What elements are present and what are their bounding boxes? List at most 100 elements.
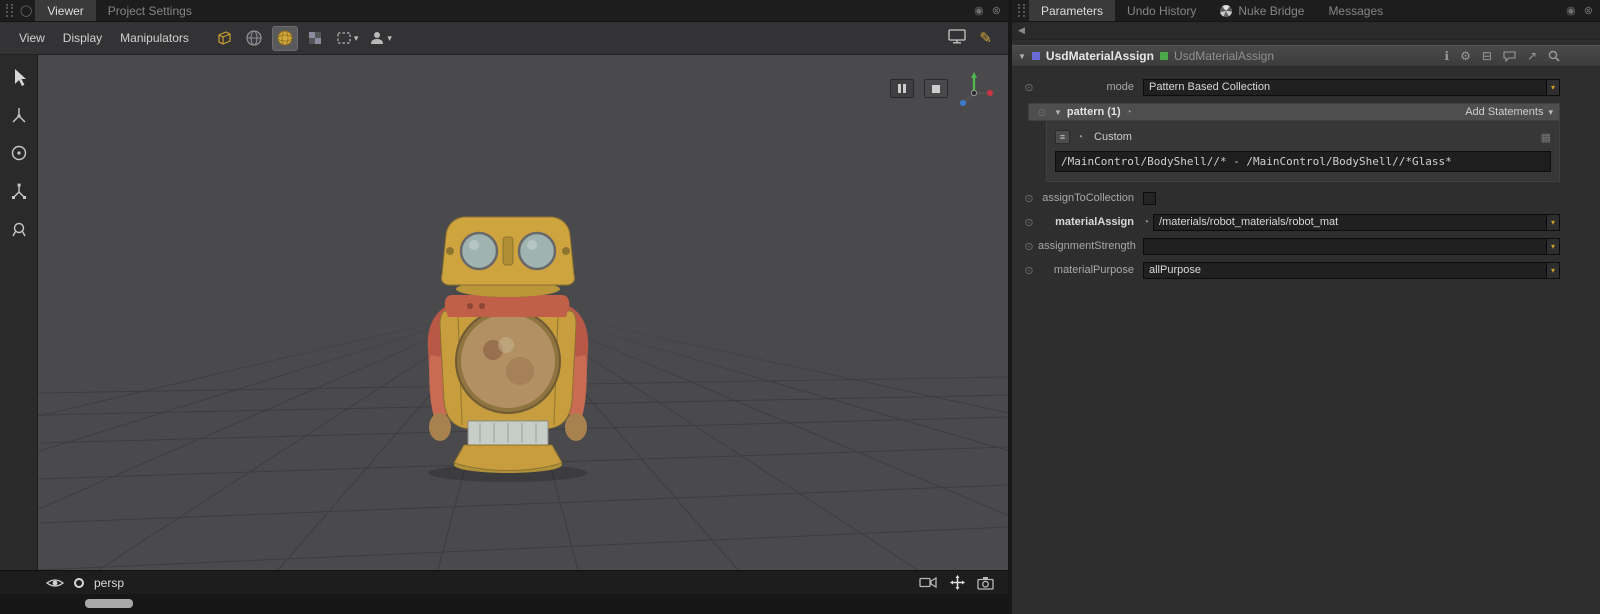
chevron-down-icon: ▾ xyxy=(387,33,392,44)
parameters-nav-strip: ◀ xyxy=(1012,22,1600,40)
bounding-box-icon[interactable] xyxy=(212,26,237,51)
select-tool-button[interactable] xyxy=(6,65,32,89)
tab-nuke-bridge[interactable]: Nuke Bridge xyxy=(1208,0,1316,21)
viewport-3d[interactable] xyxy=(38,55,1008,570)
render-camera-icon[interactable] xyxy=(919,576,938,589)
tab-parameters[interactable]: Parameters xyxy=(1029,0,1115,21)
material-assign-dropdown-arrow[interactable]: ▾ xyxy=(1547,214,1560,231)
material-purpose-dropdown-arrow[interactable]: ▾ xyxy=(1547,262,1560,279)
pattern-statement-box: ≡ ◔ Custom ▦ xyxy=(1046,121,1560,182)
material-purpose-dropdown[interactable]: allPurpose xyxy=(1143,262,1547,279)
param-state-icon: ⊙ xyxy=(1020,240,1038,253)
robot-model xyxy=(428,217,589,482)
camera-indicator-icon[interactable] xyxy=(74,578,84,588)
material-purpose-value: allPurpose xyxy=(1149,263,1201,278)
tab-viewer[interactable]: Viewer xyxy=(35,0,95,21)
pattern-group-header[interactable]: ⊙ ▼ pattern (1) ◔ Add Statements ▾ xyxy=(1028,103,1560,121)
clock-badge-icon: ◔ xyxy=(1077,132,1083,143)
panel-close-icon[interactable]: ⊗ xyxy=(989,4,1004,17)
mode-dropdown[interactable]: Pattern Based Collection xyxy=(1143,79,1547,96)
pan-move-icon[interactable] xyxy=(950,575,965,590)
stop-icon xyxy=(932,85,940,93)
rotate-tool-button[interactable] xyxy=(6,141,32,165)
shaded-mode-button[interactable] xyxy=(272,26,298,51)
param-state-icon: ⊙ xyxy=(1020,81,1038,94)
param-state-icon: ⊙ xyxy=(1020,264,1038,277)
back-arrow-icon[interactable]: ◀ xyxy=(1018,25,1025,36)
param-state-icon: ⊙ xyxy=(1035,106,1049,119)
viewer-menubar-right: ✎ xyxy=(948,29,998,47)
nuke-logo-icon xyxy=(1220,5,1232,17)
pattern-expression-input[interactable] xyxy=(1055,151,1551,172)
parameters-tabbar: Parameters Undo History Nuke Bridge Mess… xyxy=(1012,0,1600,22)
pause-button[interactable] xyxy=(890,79,914,98)
search-icon[interactable] xyxy=(1548,50,1560,62)
globe-icon-button[interactable] xyxy=(242,26,267,51)
drag-grip[interactable] xyxy=(1018,4,1025,17)
viewport-footer: persp xyxy=(0,570,1008,594)
camera-user-button[interactable]: ▾ xyxy=(366,26,395,51)
translate-tool-button[interactable] xyxy=(6,103,32,127)
add-statements-button[interactable]: Add Statements ▾ xyxy=(1465,106,1553,118)
material-assign-input[interactable] xyxy=(1153,214,1547,231)
menu-display[interactable]: Display xyxy=(54,27,111,49)
tab-messages[interactable]: Messages xyxy=(1316,0,1395,21)
tab-label: Project Settings xyxy=(108,4,192,18)
collapse-all-icon[interactable]: ⊟ xyxy=(1482,49,1492,63)
statement-menu-button[interactable]: ≡ xyxy=(1055,130,1070,144)
node-header[interactable]: ▼ UsdMaterialAssign UsdMaterialAssign ℹ … xyxy=(1012,45,1600,67)
param-row-material-assign: ⊙ materialAssign ◔ ▾ xyxy=(1020,210,1560,234)
scale-icon xyxy=(10,182,28,200)
statement-grid-icon[interactable]: ▦ xyxy=(1541,131,1551,144)
monitor-button[interactable] xyxy=(948,29,967,47)
texture-mode-button[interactable] xyxy=(303,26,328,51)
pattern-expander-icon[interactable]: ▼ xyxy=(1054,108,1062,117)
tab-undo-history[interactable]: Undo History xyxy=(1115,0,1208,21)
camera-name-label[interactable]: persp xyxy=(94,576,124,590)
jump-to-node-icon[interactable]: ↗ xyxy=(1527,49,1537,63)
playback-controls xyxy=(890,79,948,98)
assignment-strength-dropdown[interactable] xyxy=(1143,238,1547,255)
horizontal-scrollbar-thumb[interactable] xyxy=(85,599,133,608)
mode-dropdown-arrow[interactable]: ▾ xyxy=(1547,79,1560,96)
pause-icon xyxy=(898,84,901,93)
selection-mode-button[interactable]: ▾ xyxy=(333,26,362,51)
snapshot-camera-icon[interactable] xyxy=(977,576,994,590)
checker-icon xyxy=(306,29,324,47)
node-type: UsdMaterialAssign xyxy=(1174,49,1274,63)
timeline-strip xyxy=(0,594,1008,614)
annotate-pen-icon[interactable]: ✎ xyxy=(979,29,992,47)
assign-to-collection-checkbox[interactable] xyxy=(1143,192,1156,205)
comment-icon[interactable] xyxy=(1503,51,1516,62)
viewer-panel: ◯ Viewer Project Settings ◉ ⊗ View Displ… xyxy=(0,0,1008,614)
scene-render xyxy=(38,55,1008,570)
chevron-down-icon: ▾ xyxy=(1548,107,1553,118)
add-statements-label: Add Statements xyxy=(1465,106,1543,118)
globe-icon xyxy=(245,29,263,47)
node-expander-icon[interactable]: ▼ xyxy=(1018,52,1026,61)
tab-project-settings[interactable]: Project Settings xyxy=(96,0,204,21)
pin-icon[interactable]: ◯ xyxy=(17,0,35,21)
stop-button[interactable] xyxy=(924,79,948,98)
drag-grip[interactable] xyxy=(6,4,13,17)
menu-manipulators[interactable]: Manipulators xyxy=(111,27,198,49)
statement-type-label: Custom xyxy=(1094,131,1132,143)
scale-tool-button[interactable] xyxy=(6,179,32,203)
info-icon[interactable]: ℹ xyxy=(1445,49,1450,63)
cube-icon xyxy=(215,29,233,47)
panel-menu-icon[interactable]: ◉ xyxy=(1563,4,1579,17)
pivot-icon xyxy=(10,220,28,238)
axis-gizmo[interactable] xyxy=(952,69,996,113)
panel-close-icon[interactable]: ⊗ xyxy=(1581,4,1596,17)
shaded-sphere-icon xyxy=(276,29,294,47)
chevron-down-icon: ▾ xyxy=(354,33,359,44)
pivot-tool-button[interactable] xyxy=(6,217,32,241)
node-color-swatch xyxy=(1032,52,1040,60)
panel-menu-icon[interactable]: ◉ xyxy=(971,4,987,17)
viewer-menubar: View Display Manipulators xyxy=(0,22,1008,55)
gear-icon[interactable]: ⚙ xyxy=(1460,49,1471,63)
visibility-eye-icon[interactable] xyxy=(46,577,64,589)
viewer-tabbar: ◯ Viewer Project Settings ◉ ⊗ xyxy=(0,0,1008,22)
menu-view[interactable]: View xyxy=(10,27,54,49)
assignment-strength-dropdown-arrow[interactable]: ▾ xyxy=(1547,238,1560,255)
